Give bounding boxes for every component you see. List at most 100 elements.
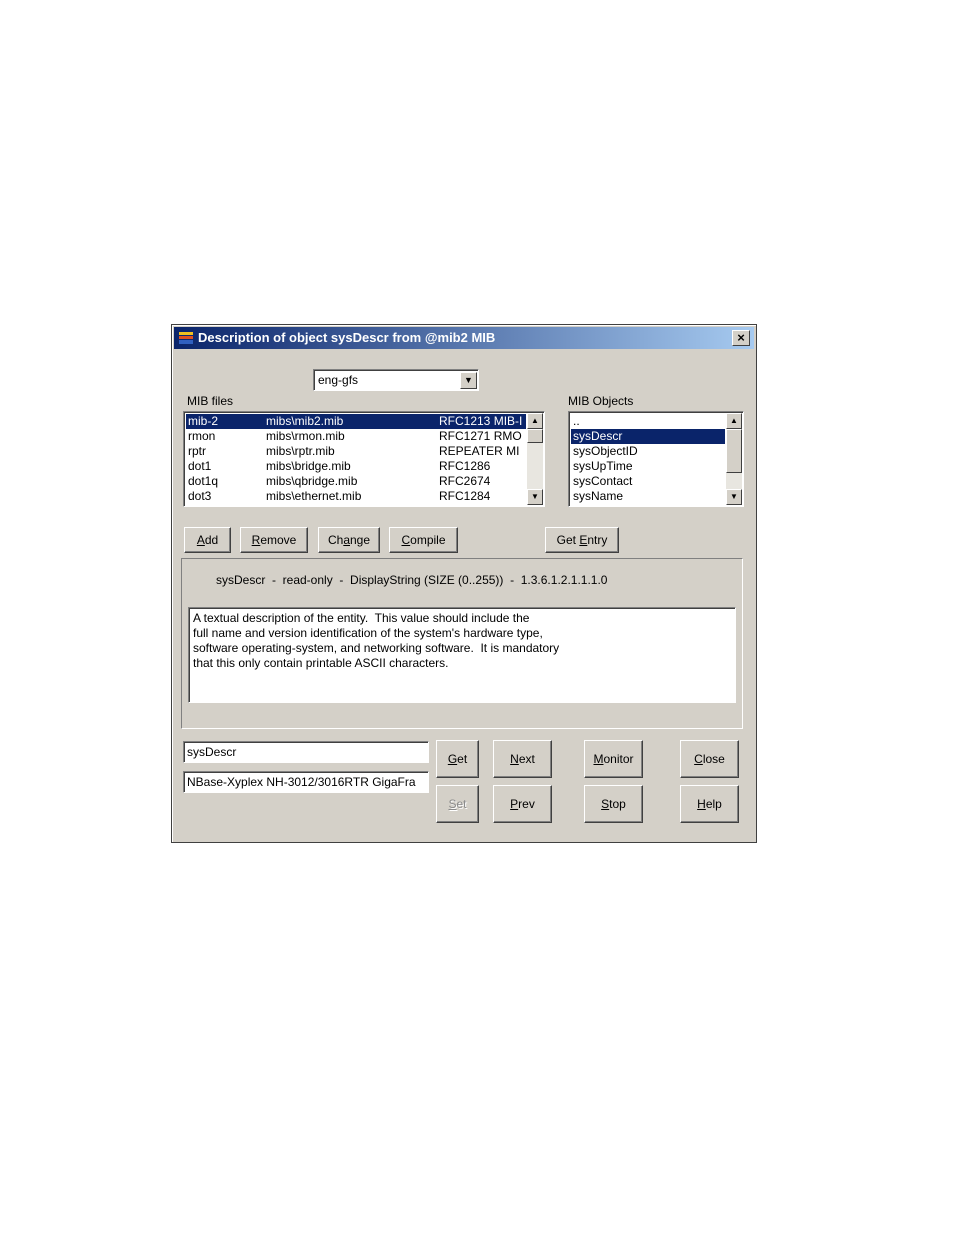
close-button[interactable]: Close — [680, 740, 739, 778]
set-button-label: Set — [448, 786, 466, 822]
mib-file-name: dot1 — [188, 459, 212, 473]
object-summary: sysDescr - read-only - DisplayString (SI… — [216, 573, 608, 587]
mib-file-row[interactable]: rmon mibs\rmon.mib RFC1271 RMO — [186, 429, 526, 444]
mib-file-description: RFC2674 — [439, 474, 491, 488]
button-label-accel: H — [697, 797, 706, 811]
button-label-accel: C — [694, 752, 703, 766]
compile-button[interactable]: Compile — [389, 527, 458, 553]
description-line: software operating-system, and networkin… — [193, 641, 560, 655]
mib-file-path: mibs\ethernet.mib — [266, 489, 362, 503]
remove-button-label: Remove — [252, 528, 297, 552]
button-label-post: et — [457, 752, 468, 766]
next-button-label: Next — [510, 741, 535, 777]
window-close-button[interactable]: × — [732, 330, 750, 346]
next-button[interactable]: Next — [493, 740, 552, 778]
app-icon — [179, 332, 193, 344]
value-input[interactable]: NBase-Xyplex NH-3012/3016RTR GigaFra — [183, 771, 429, 793]
mib-file-row[interactable]: dot1q mibs\qbridge.mib RFC2674 — [186, 474, 526, 489]
mib-file-description: RFC1213 MIB-I — [439, 414, 523, 428]
scroll-thumb[interactable] — [726, 429, 742, 473]
mib-file-row[interactable]: dot3 mibs\ethernet.mib RFC1284 — [186, 489, 526, 504]
title-bar[interactable]: Description of object sysDescr from @mib… — [174, 327, 754, 349]
description-line: A textual description of the entity. Thi… — [193, 611, 530, 625]
remove-button[interactable]: Remove — [240, 527, 308, 553]
mib-object-item[interactable]: sysName — [571, 489, 725, 504]
object-description[interactable]: A textual description of the entity. Thi… — [188, 607, 736, 703]
mib-object-item[interactable]: sysObjectID — [571, 444, 725, 459]
mib-object-item[interactable]: sysDescr — [571, 429, 725, 444]
button-label-post: lose — [702, 752, 725, 766]
mib-object-item[interactable]: sysUpTime — [571, 459, 725, 474]
button-label-accel: N — [510, 752, 519, 766]
scroll-up-icon[interactable]: ▲ — [726, 413, 742, 429]
button-label-post: ompile — [410, 533, 446, 547]
button-label-accel: M — [593, 752, 604, 766]
set-button[interactable]: Set — [436, 785, 479, 823]
window-title: Description of object sysDescr from @mib… — [198, 330, 496, 345]
mib-object-item[interactable]: sysContact — [571, 474, 725, 489]
button-label-accel: S — [601, 797, 610, 811]
mib-file-path: mibs\rmon.mib — [266, 429, 345, 443]
change-button[interactable]: Change — [318, 527, 380, 553]
object-info-panel: sysDescr - read-only - DisplayString (SI… — [181, 558, 743, 729]
oid-input[interactable]: sysDescr — [183, 741, 429, 763]
scroll-down-icon[interactable]: ▼ — [527, 489, 543, 505]
chevron-down-icon[interactable]: ▼ — [460, 372, 477, 389]
button-label-pre: Get — [556, 533, 580, 547]
prev-button[interactable]: Prev — [493, 785, 552, 823]
mib-files-list[interactable]: mib-2 mibs\mib2.mib RFC1213 MIB-I rmon mibs\… — [183, 411, 545, 507]
mib-files-scrollbar[interactable]: ▲ ▼ — [527, 413, 543, 505]
mib-file-description: RFC1284 — [439, 489, 491, 503]
button-label-post: nge — [350, 533, 371, 547]
value-input-value: NBase-Xyplex NH-3012/3016RTR GigaFra — [187, 775, 416, 789]
button-label-post: et — [456, 797, 467, 811]
get-button-label: Get — [448, 741, 467, 777]
button-label-post: ext — [518, 752, 535, 766]
profile-select[interactable]: eng-gfs ▼ — [313, 369, 479, 391]
mib-files-label: MIB files — [187, 394, 234, 408]
description-line: that this only contain printable ASCII c… — [193, 656, 449, 670]
button-label-accel: P — [510, 797, 519, 811]
button-label-post: emove — [260, 533, 297, 547]
add-button-label: Add — [197, 528, 218, 552]
button-label-accel: C — [401, 533, 411, 547]
mib-file-name: dot1q — [188, 474, 219, 488]
close-button-label: Close — [694, 741, 725, 777]
button-label-post: elp — [705, 797, 722, 811]
get-button[interactable]: Get — [436, 740, 479, 778]
help-button[interactable]: Help — [680, 785, 739, 823]
scroll-up-icon[interactable]: ▲ — [527, 413, 543, 429]
mib-file-row[interactable]: rptr mibs\rptr.mib REPEATER MI — [186, 444, 526, 459]
description-line: full name and version identification of … — [193, 626, 543, 640]
mib-file-path: mibs\rptr.mib — [266, 444, 335, 458]
mib-file-description: RFC1286 — [439, 459, 491, 473]
button-label-accel: A — [196, 533, 205, 547]
help-button-label: Help — [697, 786, 722, 822]
mib-file-path: mibs\mib2.mib — [266, 414, 344, 428]
mib-file-description: RFC1271 RMO — [439, 429, 522, 443]
monitor-button[interactable]: Monitor — [584, 740, 643, 778]
stop-button[interactable]: Stop — [584, 785, 643, 823]
button-label-post: rev — [518, 797, 535, 811]
button-label-post: top — [609, 797, 626, 811]
monitor-button-label: Monitor — [593, 741, 633, 777]
mib-file-row[interactable]: dot1 mibs\bridge.mib RFC1286 — [186, 459, 526, 474]
mib-objects-scrollbar[interactable]: ▲ ▼ — [726, 413, 742, 505]
mib-object-item[interactable]: .. — [571, 414, 725, 429]
button-label-accel: a — [343, 533, 350, 547]
scroll-thumb[interactable] — [527, 429, 543, 443]
mib-file-path: mibs\bridge.mib — [266, 459, 351, 473]
mib-file-path: mibs\qbridge.mib — [266, 474, 358, 488]
oid-input-value: sysDescr — [187, 745, 237, 759]
mib-file-name: rmon — [188, 429, 216, 443]
button-label-post: ntry — [587, 533, 608, 547]
mib-objects-label: MIB Objects — [568, 394, 634, 408]
mib-file-row[interactable]: mib-2 mibs\mib2.mib RFC1213 MIB-I — [186, 414, 526, 429]
change-button-label: Change — [328, 528, 370, 552]
add-button[interactable]: Add — [184, 527, 231, 553]
get-entry-button-label: Get Entry — [557, 528, 608, 552]
get-entry-button[interactable]: Get Entry — [545, 527, 619, 553]
mib-objects-list[interactable]: .. sysDescr sysObjectID sysUpTime sysContact… — [568, 411, 744, 507]
scroll-down-icon[interactable]: ▼ — [726, 489, 742, 505]
button-label-accel: R — [251, 533, 261, 547]
